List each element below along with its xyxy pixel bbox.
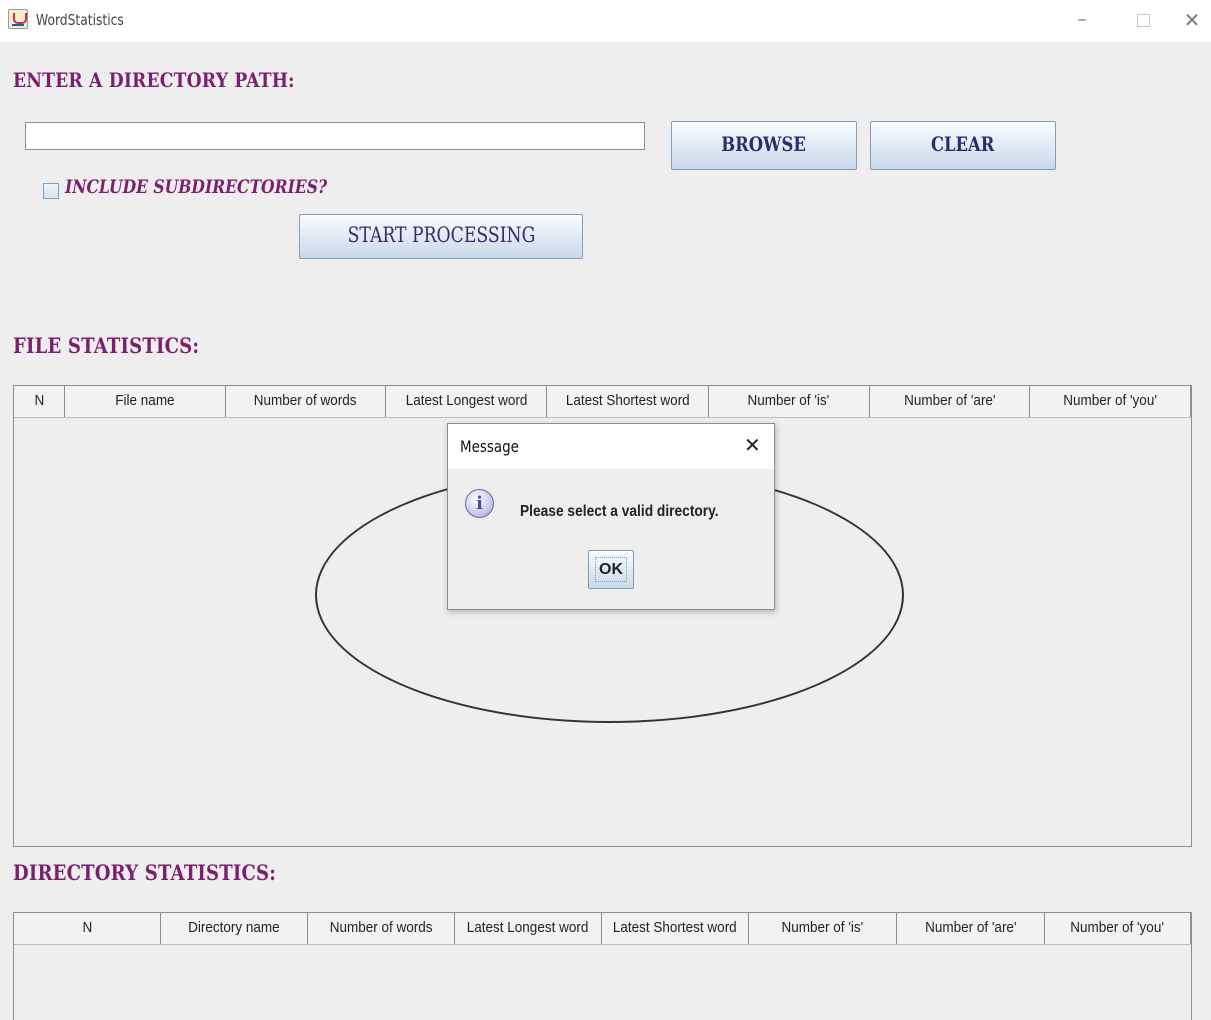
information-icon: i bbox=[465, 489, 494, 518]
directory-statistics-label: DIRECTORY STATISTICS: bbox=[13, 860, 277, 885]
message-dialog: Message ✕ i Please select a valid direct… bbox=[447, 423, 775, 610]
column-header[interactable]: N bbox=[14, 913, 161, 944]
column-header[interactable]: Latest Shortest word bbox=[547, 386, 709, 417]
column-header[interactable]: Latest Longest word bbox=[386, 386, 548, 417]
minimize-button[interactable]: – bbox=[1062, 6, 1102, 34]
maximize-button[interactable] bbox=[1123, 6, 1163, 34]
column-header[interactable]: Number of 'you' bbox=[1045, 913, 1191, 944]
include-subdirectories-label: INCLUDE SUBDIRECTORIES? bbox=[65, 176, 328, 198]
column-header[interactable]: Number of words bbox=[308, 913, 455, 944]
dialog-title: Message bbox=[460, 437, 519, 456]
dialog-message: Please select a valid directory. bbox=[520, 503, 719, 520]
column-header[interactable]: Number of words bbox=[225, 386, 387, 417]
column-header[interactable]: Number of 'is' bbox=[708, 386, 870, 417]
column-header[interactable]: Number of 'is' bbox=[749, 913, 897, 944]
column-header[interactable]: Number of 'you' bbox=[1030, 386, 1192, 417]
browse-button-label: BROWSE bbox=[721, 132, 807, 156]
start-processing-label: START PROCESSING bbox=[347, 223, 535, 247]
clear-button-label: CLEAR bbox=[931, 132, 995, 156]
start-processing-button[interactable]: START PROCESSING bbox=[299, 214, 583, 259]
dialog-close-icon[interactable]: ✕ bbox=[744, 433, 761, 457]
column-header[interactable]: Directory name bbox=[161, 913, 308, 944]
column-header[interactable]: Latest Shortest word bbox=[602, 913, 749, 944]
ok-button-label: OK bbox=[595, 557, 627, 582]
directory-path-label: ENTER A DIRECTORY PATH: bbox=[13, 68, 295, 92]
window-title: WordStatistics bbox=[36, 11, 124, 29]
column-header[interactable]: Number of 'are' bbox=[869, 386, 1031, 417]
column-header[interactable]: Latest Longest word bbox=[455, 913, 602, 944]
dialog-titlebar: Message ✕ bbox=[448, 424, 774, 469]
window-titlebar: WordStatistics – ✕ bbox=[0, 0, 1211, 42]
directory-table-header: N Directory name Number of words Latest … bbox=[14, 913, 1191, 945]
file-statistics-label: FILE STATISTICS: bbox=[13, 333, 200, 358]
column-header[interactable]: File name bbox=[64, 386, 226, 417]
file-table-header: N File name Number of words Latest Longe… bbox=[14, 386, 1192, 418]
close-window-button[interactable]: ✕ bbox=[1172, 6, 1211, 34]
directory-statistics-table[interactable]: N Directory name Number of words Latest … bbox=[13, 912, 1192, 1020]
include-subdirectories-checkbox[interactable] bbox=[43, 183, 59, 199]
column-header[interactable]: N bbox=[14, 386, 65, 417]
ok-button[interactable]: OK bbox=[588, 550, 634, 589]
column-header[interactable]: Number of 'are' bbox=[897, 913, 1045, 944]
browse-button[interactable]: BROWSE bbox=[671, 121, 857, 170]
java-app-icon bbox=[8, 9, 28, 29]
directory-path-input[interactable] bbox=[25, 122, 645, 150]
clear-button[interactable]: CLEAR bbox=[870, 121, 1056, 170]
